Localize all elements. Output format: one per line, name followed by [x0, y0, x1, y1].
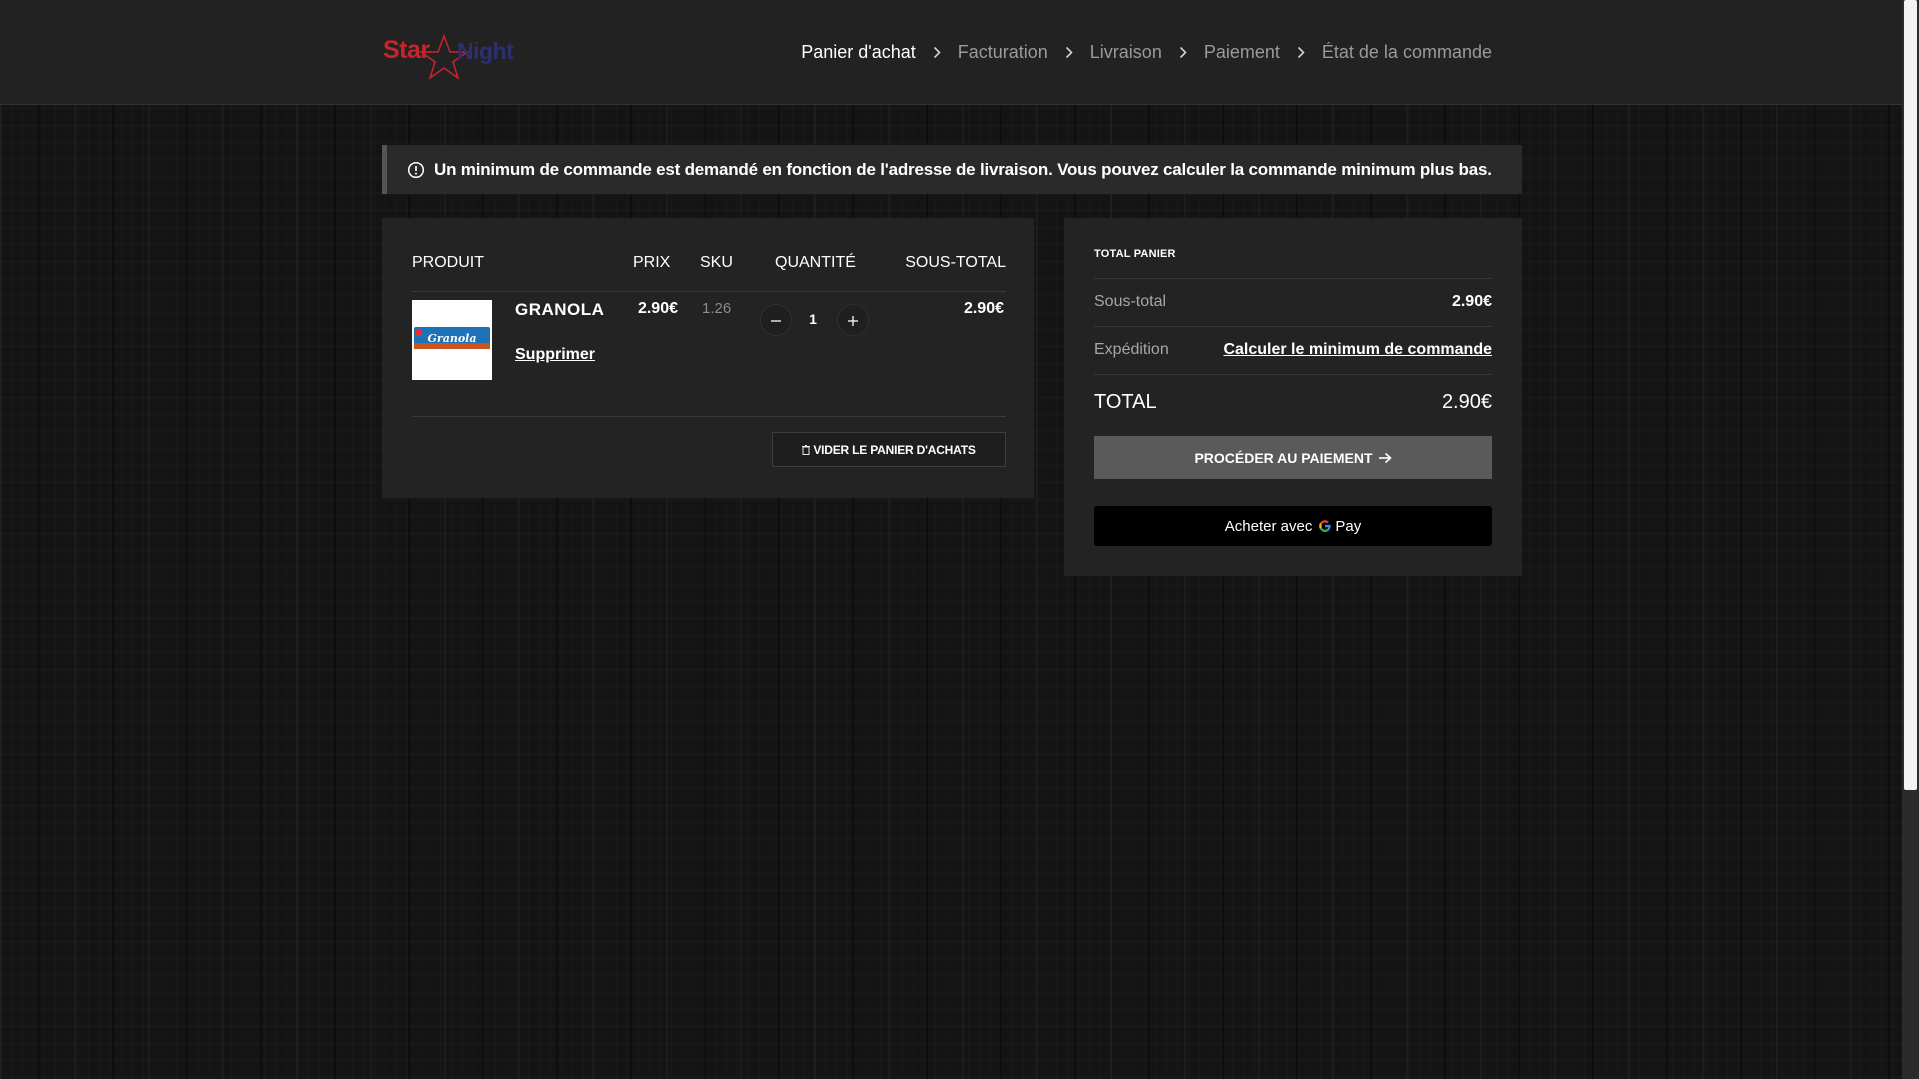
header-product: PRODUIT: [412, 254, 484, 271]
remove-item-link[interactable]: Supprimer: [515, 346, 595, 364]
product-thumbnail[interactable]: Granola: [412, 300, 492, 380]
chevron-right-icon: [926, 46, 948, 59]
logo-star-word: Star: [383, 36, 430, 64]
trash-icon: [802, 444, 811, 455]
step-billing[interactable]: Facturation: [958, 42, 1048, 63]
google-pay-button[interactable]: Acheter avec Pay: [1094, 506, 1492, 546]
info-icon: [407, 161, 425, 178]
shipping-label: Expédition: [1094, 341, 1169, 358]
chevron-right-icon: [1290, 46, 1312, 59]
product-subtotal: 2.90€: [963, 300, 1004, 317]
granola-package-image: Granola: [412, 300, 492, 380]
minimum-order-notice: Un minimum de commande est demandé en fo…: [382, 145, 1522, 194]
plus-icon: [848, 316, 858, 326]
checkout-label: PROCÉDER AU PAIEMENT: [1194, 449, 1373, 466]
product-image-label: Granola: [428, 332, 477, 345]
quantity-increase-button[interactable]: [837, 304, 869, 336]
step-shipping[interactable]: Livraison: [1090, 42, 1162, 63]
step-payment[interactable]: Paiement: [1204, 42, 1280, 63]
header-price: PRIX: [633, 254, 671, 271]
step-order-status[interactable]: État de la commande: [1322, 42, 1492, 63]
checkout-steps-breadcrumb: Panier d'achat Facturation Livraison Pai…: [801, 40, 1492, 64]
product-name[interactable]: GRANOLA: [515, 300, 604, 320]
empty-cart-label: VIDER LE PANIER D'ACHATS: [813, 442, 976, 457]
quantity-decrease-button[interactable]: [760, 304, 792, 336]
header-quantity: QUANTITÉ: [775, 254, 856, 271]
product-sku: 1.26: [702, 300, 732, 317]
cart-totals-panel: TOTAL PANIER Sous-total 2.90€ Expédition…: [1064, 218, 1522, 576]
scrollbar-thumb[interactable]: [1904, 0, 1917, 790]
site-logo[interactable]: Star Night: [383, 34, 523, 80]
site-header: Star Night Panier d'achat Facturation Li…: [0, 0, 1902, 105]
subtotal-row: Sous-total 2.90€: [1094, 278, 1492, 326]
total-label: TOTAL: [1094, 391, 1157, 413]
step-cart[interactable]: Panier d'achat: [801, 42, 916, 63]
total-row: TOTAL 2.90€: [1094, 374, 1492, 426]
product-price: 2.90€: [637, 300, 678, 317]
cart-table-header: PRODUIT PRIX SKU QUANTITÉ SOUS-TOTAL: [412, 246, 1006, 292]
arrow-right-icon: [1378, 452, 1392, 463]
chevron-right-icon: [1172, 46, 1194, 59]
notice-text: Un minimum de commande est demandé en fo…: [434, 159, 1492, 179]
google-g-icon: [1319, 520, 1331, 532]
minus-icon: [771, 320, 781, 322]
gpay-prefix: Acheter avec: [1224, 517, 1313, 535]
totals-title: TOTAL PANIER: [1094, 248, 1176, 260]
total-value: 2.90€: [1441, 391, 1492, 413]
cart-panel: PRODUIT PRIX SKU QUANTITÉ SOUS-TOTAL Gra…: [382, 218, 1034, 498]
calculate-minimum-order-link[interactable]: Calculer le minimum de commande: [1223, 341, 1492, 359]
shipping-row: Expédition Calculer le minimum de comman…: [1094, 326, 1492, 374]
gpay-suffix: Pay: [1335, 517, 1362, 535]
subtotal-label: Sous-total: [1094, 293, 1167, 310]
proceed-to-checkout-button[interactable]: PROCÉDER AU PAIEMENT: [1094, 436, 1492, 479]
logo-night-word: Night: [457, 38, 514, 64]
header-subtotal: SOUS-TOTAL: [905, 254, 1006, 271]
header-sku: SKU: [700, 254, 733, 271]
empty-cart-button[interactable]: VIDER LE PANIER D'ACHATS: [772, 432, 1006, 467]
chevron-right-icon: [1058, 46, 1080, 59]
cart-divider: [412, 416, 1006, 417]
page-scrollbar[interactable]: [1902, 0, 1919, 1079]
quantity-value[interactable]: 1: [807, 311, 819, 327]
subtotal-value: 2.90€: [1451, 293, 1492, 310]
